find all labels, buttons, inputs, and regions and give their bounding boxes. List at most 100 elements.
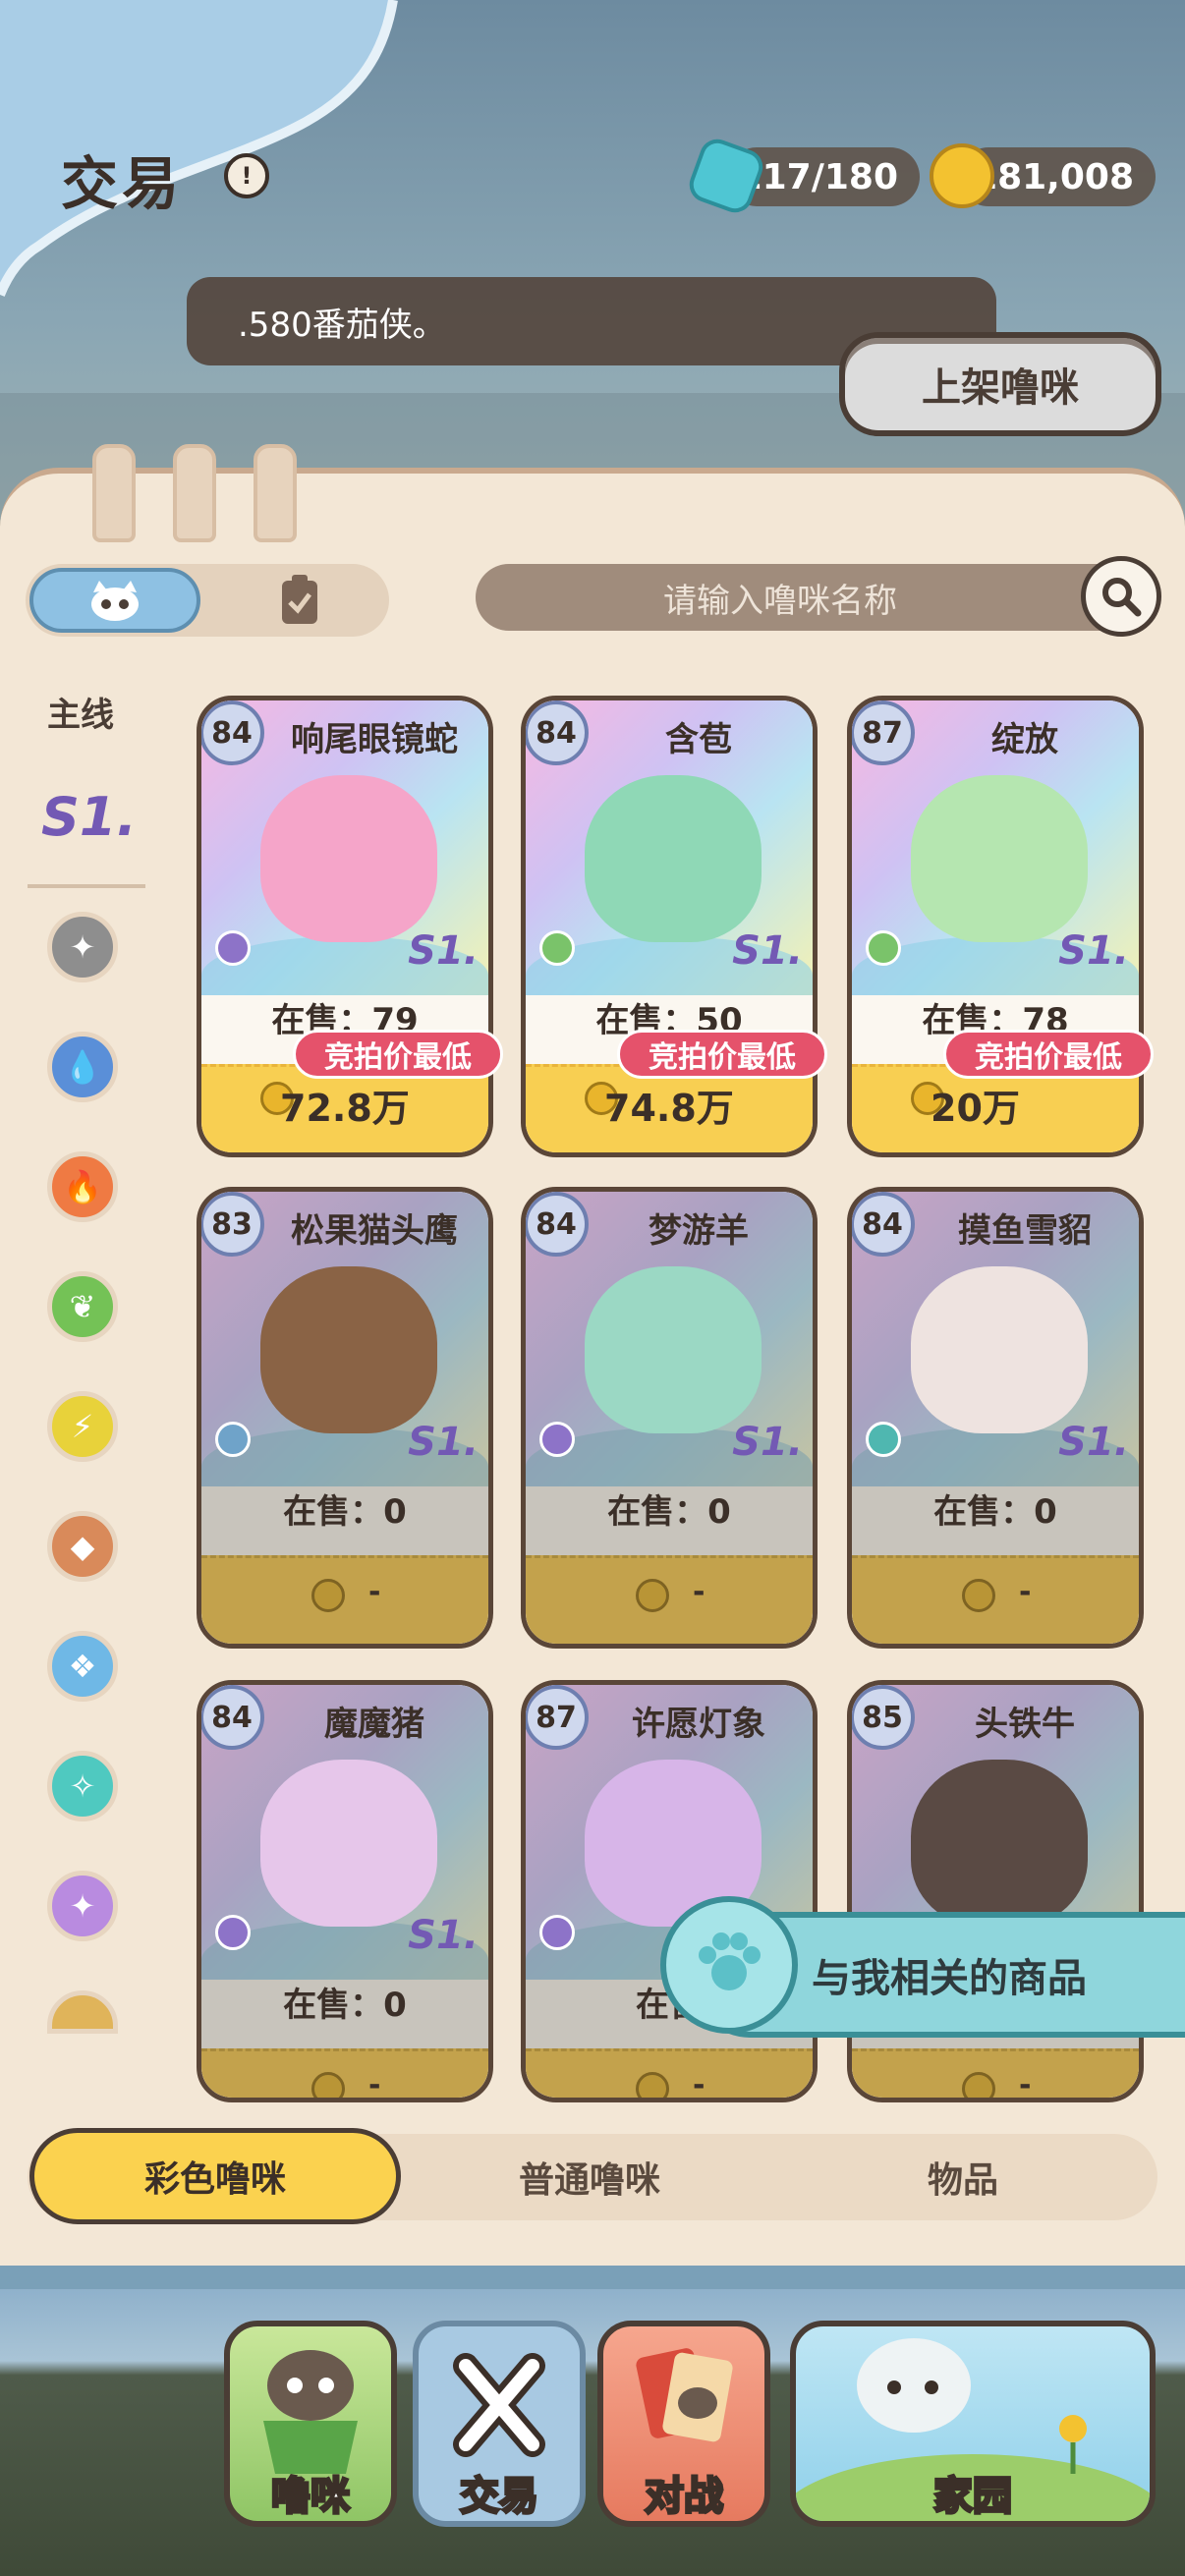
element-icon: [539, 930, 575, 966]
search-button[interactable]: [1081, 556, 1161, 637]
coin-icon: [311, 1579, 345, 1612]
element-icon: [539, 1915, 575, 1950]
search-icon: [1102, 578, 1142, 617]
stock-count: 在售：0: [933, 1492, 1057, 1532]
pet-portrait: [911, 775, 1088, 942]
lowest-price: -: [368, 2068, 381, 2102]
element-icon: [215, 1422, 251, 1457]
coin-icon: [636, 1579, 669, 1612]
pet-card[interactable]: 84 响尾眼镜蛇 S1. 在售：79 72.8万: [197, 696, 493, 1157]
lowest-bid-badge: 竞拍价最低: [943, 1030, 1154, 1079]
card-price-area: [201, 2048, 488, 2098]
card-price-area: [526, 1555, 813, 1644]
pet-card[interactable]: 87 绽放 S1. 在售：78 20万: [847, 696, 1144, 1157]
coin-icon: [311, 2072, 345, 2098]
wind-element-icon: ❖: [68, 1648, 97, 1685]
element-filter-wind[interactable]: ❖: [47, 1631, 118, 1702]
season-tag: S1.: [732, 928, 803, 974]
pet-card[interactable]: 84 梦游羊 S1. 在售：0 -: [521, 1187, 818, 1649]
pet-level-badge: 84: [201, 1685, 264, 1750]
pet-card[interactable]: 84 含苞 S1. 在售：50 74.8万: [521, 696, 818, 1157]
grass-element-icon: ❦: [69, 1288, 96, 1325]
pet-name: 绽放: [991, 720, 1058, 759]
element-icon: [215, 1915, 251, 1950]
element-filter-grass[interactable]: ❦: [47, 1271, 118, 1342]
element-filter-rock[interactable]: ◆: [47, 1511, 118, 1582]
water-element-icon: 💧: [63, 1048, 102, 1086]
pet-card[interactable]: 87 许愿灯象 在售 -: [521, 1680, 818, 2102]
pet-portrait: [585, 1266, 762, 1433]
pet-name: 许愿灯象: [632, 1705, 765, 1744]
coin-value: 181,008: [973, 156, 1134, 197]
sidebar-s1-filter[interactable]: S1.: [41, 786, 137, 848]
pet-name: 响尾眼镜蛇: [291, 720, 458, 759]
pet-view-tab[interactable]: [29, 568, 200, 633]
season-tag: S1.: [732, 1420, 803, 1465]
pet-level-badge: 84: [201, 700, 264, 765]
pet-level-badge: 84: [852, 1192, 915, 1257]
panel-peg: [173, 444, 216, 542]
task-view-tab[interactable]: [246, 568, 354, 633]
sidebar-main-label[interactable]: 主线: [47, 688, 114, 736]
panel-peg: [92, 444, 136, 542]
pet-level-badge: 83: [201, 1192, 264, 1257]
element-icon: [866, 1422, 901, 1457]
normal-element-icon: ✦: [69, 928, 96, 966]
nav-pets-label: 噜咪: [270, 2473, 352, 2521]
nav-trade-label: 交易: [459, 2473, 540, 2521]
lowest-price: -: [368, 1575, 381, 1609]
page-title: 交易: [61, 150, 184, 217]
pet-level-badge: 84: [526, 1192, 589, 1257]
coin-icon: [930, 143, 994, 208]
pet-name: 松果猫头鹰: [291, 1211, 458, 1251]
lowest-price: -: [693, 1575, 705, 1609]
card-price-area: [852, 2048, 1139, 2098]
pet-face-icon: [91, 581, 139, 621]
pet-name: 摸鱼雪貂: [958, 1211, 1092, 1251]
sidebar-divider: [28, 884, 145, 888]
lowest-price: -: [693, 2068, 705, 2102]
paw-icon: [660, 1896, 798, 2034]
element-filter-electric[interactable]: ⚡: [47, 1391, 118, 1462]
tab-items[interactable]: 物品: [786, 2134, 1140, 2220]
pet-name: 魔魔猪: [324, 1705, 424, 1744]
pet-card[interactable]: 84 摸鱼雪貂 S1. 在售：0 -: [847, 1187, 1144, 1649]
pet-name: 头铁牛: [975, 1705, 1075, 1744]
stock-count: 在售：0: [607, 1492, 731, 1532]
season-tag: S1.: [1058, 928, 1129, 974]
rock-element-icon: ◆: [70, 1528, 95, 1565]
card-price-area: [201, 1555, 488, 1644]
element-icon: [215, 930, 251, 966]
pet-card[interactable]: 83 松果猫头鹰 S1. 在售：0 -: [197, 1187, 493, 1649]
season-tag: S1.: [408, 1913, 479, 1958]
season-tag: S1.: [408, 928, 479, 974]
pet-level-badge: 87: [852, 700, 915, 765]
element-filter-normal[interactable]: ✦: [47, 912, 118, 982]
element-filter-fire[interactable]: 🔥: [47, 1151, 118, 1222]
pet-card[interactable]: 85 头铁牛 -: [847, 1680, 1144, 2102]
stock-count: 在售：0: [283, 1986, 407, 2025]
list-pet-button[interactable]: 上架噜咪: [839, 332, 1161, 436]
fire-element-icon: 🔥: [63, 1168, 102, 1205]
element-filter-ice[interactable]: ✧: [47, 1751, 118, 1821]
season-tag: S1.: [1058, 1420, 1129, 1465]
pet-portrait: [260, 1760, 437, 1927]
nav-battle-label: 对战: [644, 2473, 725, 2521]
pet-bowl-icon: [263, 2350, 358, 2474]
element-filter-water[interactable]: 💧: [47, 1032, 118, 1102]
pet-card[interactable]: 84 魔魔猪 S1. 在售：0 -: [197, 1680, 493, 2102]
coin-icon: [636, 2072, 669, 2098]
element-filter-magic[interactable]: ✦: [47, 1871, 118, 1941]
lowest-price: -: [1019, 1575, 1032, 1609]
pet-level-badge: 84: [526, 700, 589, 765]
tab-shiny-pets[interactable]: 彩色噜咪: [29, 2128, 401, 2224]
electric-element-icon: ⚡: [71, 1408, 94, 1445]
pet-level-badge: 85: [852, 1685, 915, 1750]
info-icon[interactable]: !: [224, 153, 269, 198]
pet-name: 梦游羊: [649, 1211, 749, 1251]
season-tag: S1.: [408, 1420, 479, 1465]
tab-normal-pets[interactable]: 普通噜咪: [413, 2134, 766, 2220]
card-price-area: [526, 2048, 813, 2098]
search-input[interactable]: 请输入噜咪名称: [476, 564, 1144, 631]
ticker-text: .580番茄侠。: [238, 305, 446, 345]
